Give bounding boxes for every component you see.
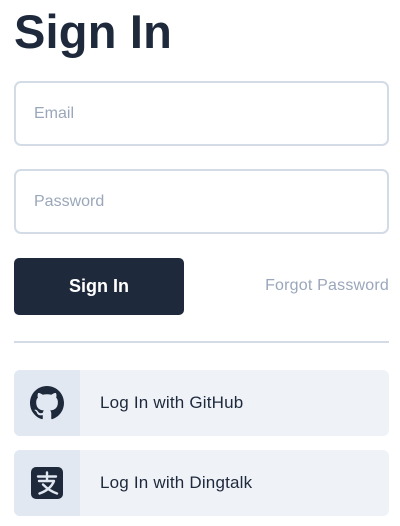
email-field[interactable] [14, 81, 389, 146]
password-field[interactable] [14, 169, 389, 234]
dingtalk-login-label: Log In with Dingtalk [100, 473, 253, 492]
forgot-password-link[interactable]: Forgot Password [265, 277, 389, 295]
sign-in-button[interactable]: Sign In [14, 258, 184, 315]
dingtalk-icon [31, 467, 63, 499]
divider [14, 341, 389, 343]
github-icon-box [14, 370, 80, 436]
github-login-button[interactable]: Log In with GitHub [14, 370, 389, 436]
github-login-label: Log In with GitHub [100, 393, 244, 412]
page-title: Sign In [14, 5, 173, 58]
dingtalk-login-button[interactable]: Log In with Dingtalk [14, 450, 389, 516]
sign-in-page: Sign In Sign In Forgot Password Log In w… [0, 0, 400, 526]
github-icon [30, 386, 64, 420]
dingtalk-icon-box [14, 450, 80, 516]
